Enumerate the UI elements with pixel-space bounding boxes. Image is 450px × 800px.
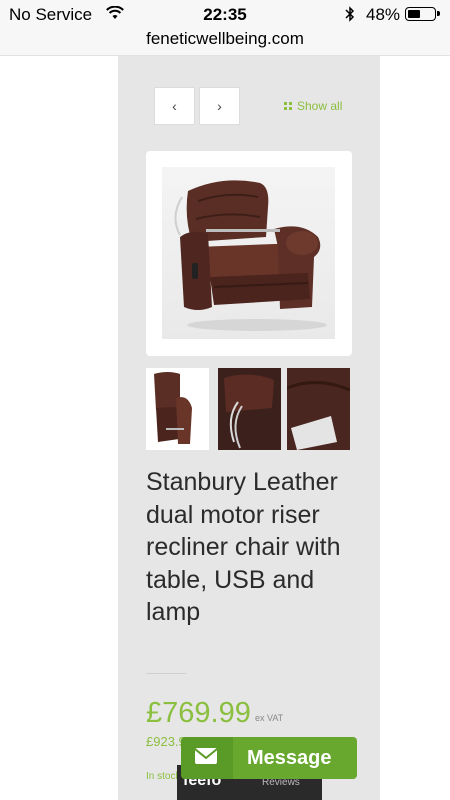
chevron-left-icon: ‹ — [172, 98, 177, 114]
thumbnail-1[interactable] — [146, 368, 209, 450]
battery-percent: 48% — [366, 5, 401, 24]
price-note: ex VAT — [255, 713, 284, 723]
bluetooth-icon — [345, 6, 355, 27]
status-bar: No Service 22:35 48% — [0, 0, 450, 28]
show-all-label: Show all — [297, 99, 343, 113]
envelope-icon — [181, 737, 233, 779]
product-main-image[interactable] — [162, 167, 335, 339]
gallery-prev-button[interactable]: ‹ — [154, 87, 195, 125]
url-text[interactable]: feneticwellbeing.com — [0, 29, 450, 49]
grid-icon — [284, 101, 293, 111]
thumbnail-2[interactable] — [218, 368, 281, 450]
price: £769.99 — [146, 697, 251, 729]
battery-icon — [405, 7, 440, 21]
product-title: Stanbury Leather dual motor riser reclin… — [146, 468, 341, 626]
show-all-link[interactable]: Show all — [284, 99, 342, 113]
address-bar[interactable]: feneticwellbeing.com — [0, 28, 450, 56]
chevron-right-icon: › — [217, 98, 222, 114]
message-button-label: Message — [247, 747, 332, 769]
thumbnail-3[interactable] — [287, 368, 350, 450]
gallery-next-button[interactable]: › — [199, 87, 240, 125]
stock-status: In stock — [146, 771, 181, 782]
title-divider — [146, 673, 186, 674]
